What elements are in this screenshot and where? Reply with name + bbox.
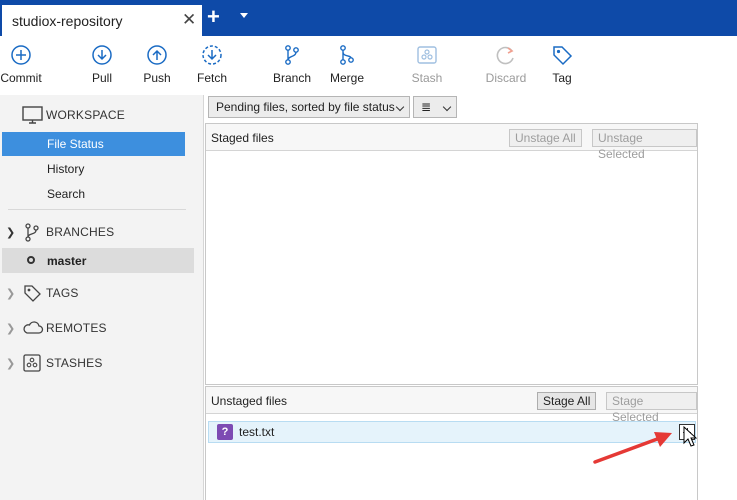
tags-header[interactable]: ❯ TAGS [0, 281, 200, 305]
view-mode-dropdown[interactable]: ≣ [413, 96, 457, 118]
commit-label: Commit [0, 71, 42, 85]
new-tab-icon[interactable]: + [207, 6, 220, 28]
pull-button[interactable]: Pull [72, 44, 132, 92]
sidebar-item-history[interactable]: History [2, 157, 185, 181]
tag-button[interactable]: Tag [532, 44, 592, 92]
tab-title: studiox-repository [12, 13, 123, 29]
remotes-label: REMOTES [46, 321, 107, 335]
discard-label: Discard [485, 71, 527, 85]
unstage-all-button[interactable]: Unstage All [509, 129, 582, 147]
tab-menu-icon[interactable] [240, 13, 248, 18]
stash-icon [22, 353, 42, 376]
file-sort-dropdown[interactable]: Pending files, sorted by file status [208, 96, 410, 118]
merge-button[interactable]: Merge [317, 44, 377, 92]
repository-tab[interactable]: studiox-repository ✕ [2, 5, 202, 36]
push-icon [147, 45, 167, 65]
mouse-cursor-icon [683, 426, 697, 447]
file-sort-value: Pending files, sorted by file status [216, 100, 395, 114]
fetch-label: Fetch [196, 71, 227, 85]
pull-label: Pull [91, 71, 112, 85]
branches-header[interactable]: ❯ BRANCHES [0, 220, 200, 244]
branch-name: master [47, 254, 87, 268]
current-branch-icon [27, 256, 35, 264]
workspace-label: WORKSPACE [46, 108, 125, 122]
fetch-button[interactable]: Fetch [182, 44, 242, 92]
staged-header: Staged files Unstage All Unstage Selecte… [206, 124, 697, 161]
push-button[interactable]: Push [127, 44, 187, 92]
branch-icon [285, 45, 299, 65]
staged-pane: Staged files Unstage All Unstage Selecte… [205, 123, 698, 385]
merge-label: Merge [329, 71, 364, 85]
cloud-icon [22, 318, 44, 341]
pull-icon [92, 45, 112, 65]
discard-button[interactable]: Discard [476, 44, 536, 92]
discard-icon [496, 46, 514, 65]
branch-label: Branch [272, 71, 312, 85]
stash-icon [417, 46, 437, 64]
chevron-right-icon[interactable]: ❯ [6, 357, 15, 370]
tag-label: Tag [552, 71, 572, 85]
stash-button[interactable]: Stash [397, 44, 457, 92]
branch-button[interactable]: Branch [262, 44, 322, 92]
commit-button[interactable]: Commit [0, 44, 51, 92]
tab-bar: studiox-repository ✕ + [0, 0, 737, 36]
annotation-arrow-icon [593, 432, 672, 464]
tag-icon [553, 46, 573, 66]
commit-icon [11, 45, 31, 65]
toolbar: Commit Pull Push Fetch Branch Merge Stas… [0, 36, 737, 95]
chevron-down-icon[interactable]: ❯ [6, 226, 15, 239]
stage-selected-button[interactable]: Stage Selected [606, 392, 697, 424]
chevron-down-icon [442, 102, 452, 112]
file-name: test.txt [239, 425, 275, 439]
tag-icon [22, 283, 42, 306]
stash-label: Stash [411, 71, 443, 85]
branch-item-master[interactable]: master [2, 248, 194, 273]
sidebar-item-search[interactable]: Search [2, 182, 185, 206]
staged-title: Staged files [211, 131, 274, 145]
stashes-header[interactable]: ❯ STASHES [0, 351, 200, 375]
merge-icon [340, 45, 354, 65]
untracked-icon: ? [217, 424, 233, 440]
remotes-header[interactable]: ❯ REMOTES [0, 316, 200, 340]
branch-icon [22, 222, 42, 245]
divider [8, 209, 186, 210]
stashes-label: STASHES [46, 356, 103, 370]
stage-all-button[interactable]: Stage All [537, 392, 597, 410]
sidebar: WORKSPACE File Status History Search ❯ B… [0, 95, 204, 500]
workspace-header: WORKSPACE [0, 103, 200, 127]
close-icon[interactable]: ✕ [182, 11, 196, 28]
tags-label: TAGS [46, 286, 79, 300]
unstage-selected-button[interactable]: Unstage Selected [592, 129, 697, 161]
filter-bar: Pending files, sorted by file status ≣ [205, 95, 737, 123]
chevron-right-icon[interactable]: ❯ [6, 322, 15, 335]
unstaged-header: Unstaged files Stage All Stage Selected [206, 387, 697, 424]
unstaged-title: Unstaged files [211, 394, 288, 408]
chevron-down-icon [395, 102, 405, 112]
monitor-icon [22, 105, 44, 128]
list-icon: ≣ [421, 100, 432, 114]
chevron-right-icon[interactable]: ❯ [6, 287, 15, 300]
push-label: Push [143, 71, 171, 85]
fetch-icon [202, 45, 222, 65]
sidebar-item-file-status[interactable]: File Status [2, 132, 185, 156]
branches-label: BRANCHES [46, 225, 115, 239]
